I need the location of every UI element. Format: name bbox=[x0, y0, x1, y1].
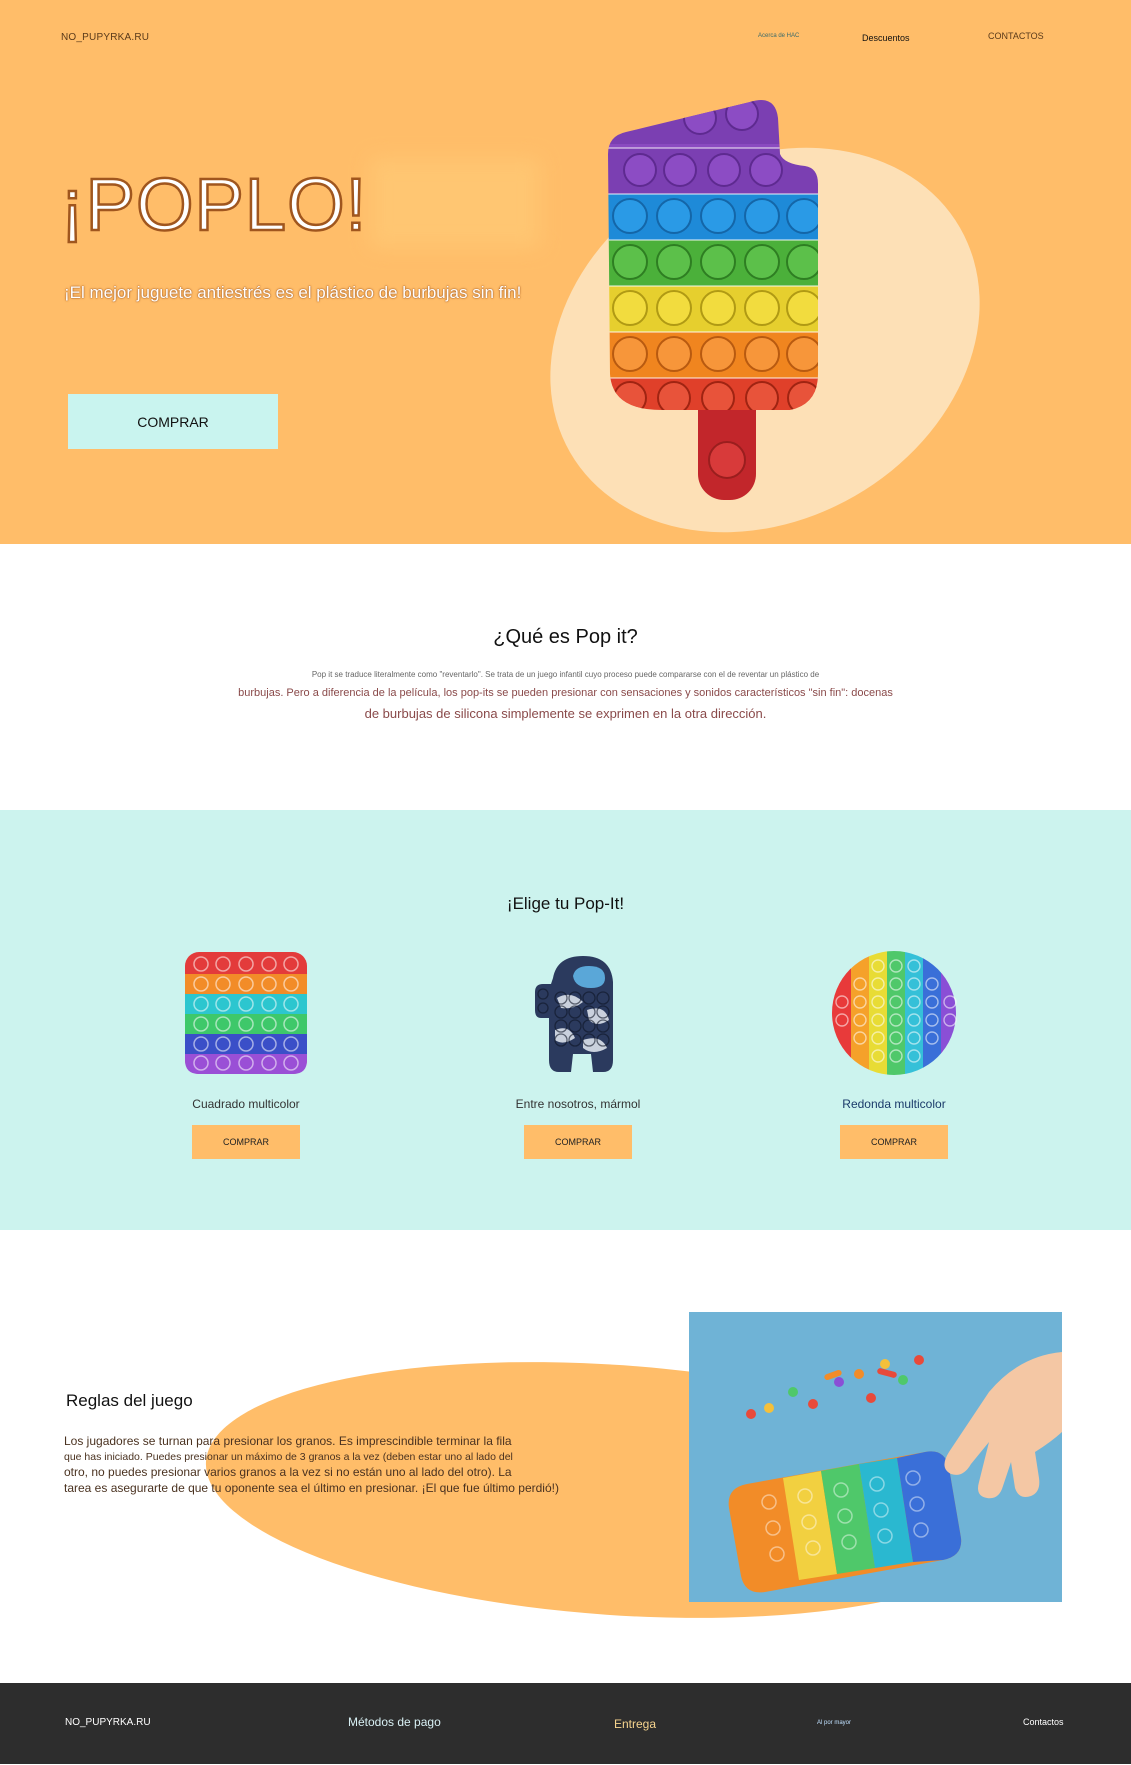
among-us-marble-popit-icon bbox=[535, 956, 613, 1072]
product-name: Cuadrado multicolor bbox=[192, 1097, 300, 1111]
footer-payment-link[interactable]: Métodos de pago bbox=[348, 1715, 441, 1729]
product-card: Cuadrado multicolor COMPRAR bbox=[126, 948, 366, 1159]
hero-title-glow bbox=[370, 158, 540, 248]
products-title: ¡Elige tu Pop-It! bbox=[506, 894, 625, 913]
rules-text-line-3: otro, no puedes presionar varios granos … bbox=[64, 1465, 512, 1479]
product-name: Redonda multicolor bbox=[842, 1097, 946, 1111]
footer-contacts-link[interactable]: Contactos bbox=[1023, 1717, 1064, 1727]
footer-wholesale-link[interactable]: Al por mayor bbox=[817, 1720, 851, 1726]
rules-text: Los jugadores se turnan para presionar l… bbox=[64, 1434, 624, 1496]
round-rainbow-popit-icon bbox=[832, 951, 957, 1075]
rules-section: Reglas del juego Los jugadores se turnan… bbox=[0, 1230, 1131, 1683]
product-card: Redonda multicolor COMPRAR bbox=[774, 948, 1014, 1159]
popsicle-popit-image bbox=[608, 100, 818, 500]
hero-buy-button[interactable]: COMPRAR bbox=[68, 394, 278, 449]
hero-subtitle: ¡El mejor juguete antiestrés es el plást… bbox=[64, 283, 522, 302]
about-text-line-1: Pop it se traduce literalmente como "rev… bbox=[311, 670, 820, 679]
product-buy-button[interactable]: COMPRAR bbox=[524, 1125, 632, 1159]
footer: NO_PUPYRKA.RU Métodos de pago Entrega Al… bbox=[0, 1683, 1131, 1764]
rules-title: Reglas del juego bbox=[66, 1391, 193, 1410]
rules-text-line-4: tarea es asegurarte de que tu oponente s… bbox=[64, 1480, 559, 1495]
about-text-line-3: de burbujas de silicona simplemente se e… bbox=[364, 706, 767, 721]
rules-text-line-1: Los jugadores se turnan para presionar l… bbox=[64, 1434, 512, 1448]
about-title: ¿Qué es Pop it? bbox=[493, 626, 638, 648]
square-rainbow-popit-icon bbox=[185, 952, 307, 1074]
brand-logo[interactable]: NO_PUPYRKA.RU bbox=[61, 32, 149, 43]
product-card: Entre nosotros, mármol COMPRAR bbox=[458, 948, 698, 1159]
nav-discounts-link[interactable]: Descuentos bbox=[862, 33, 910, 43]
products-section: ¡Elige tu Pop-It! Cuadrado multicolor CO… bbox=[0, 810, 1131, 1230]
rules-text-line-2: que has iniciado. Puedes presionar un má… bbox=[64, 1450, 513, 1463]
about-section: ¿Qué es Pop it? Pop it se traduce litera… bbox=[0, 544, 1131, 810]
about-text-line-2: burbujas. Pero a diferencia de la pelícu… bbox=[238, 687, 893, 699]
hand-pressing-popit-image bbox=[689, 1312, 1062, 1602]
nav-contacts-link[interactable]: CONTACTOS bbox=[988, 31, 1044, 41]
product-buy-button[interactable]: COMPRAR bbox=[192, 1125, 300, 1159]
hero-section: NO_PUPYRKA.RU Acerca de HAC Descuentos C… bbox=[0, 0, 1131, 544]
nav-about-link[interactable]: Acerca de HAC bbox=[758, 33, 799, 39]
footer-delivery-link[interactable]: Entrega bbox=[614, 1717, 656, 1731]
product-name: Entre nosotros, mármol bbox=[515, 1097, 641, 1111]
product-buy-button[interactable]: COMPRAR bbox=[840, 1125, 948, 1159]
rules-photo bbox=[689, 1312, 1062, 1602]
footer-brand[interactable]: NO_PUPYRKA.RU bbox=[65, 1717, 151, 1728]
hero-title: ¡POPLO! bbox=[59, 162, 368, 248]
